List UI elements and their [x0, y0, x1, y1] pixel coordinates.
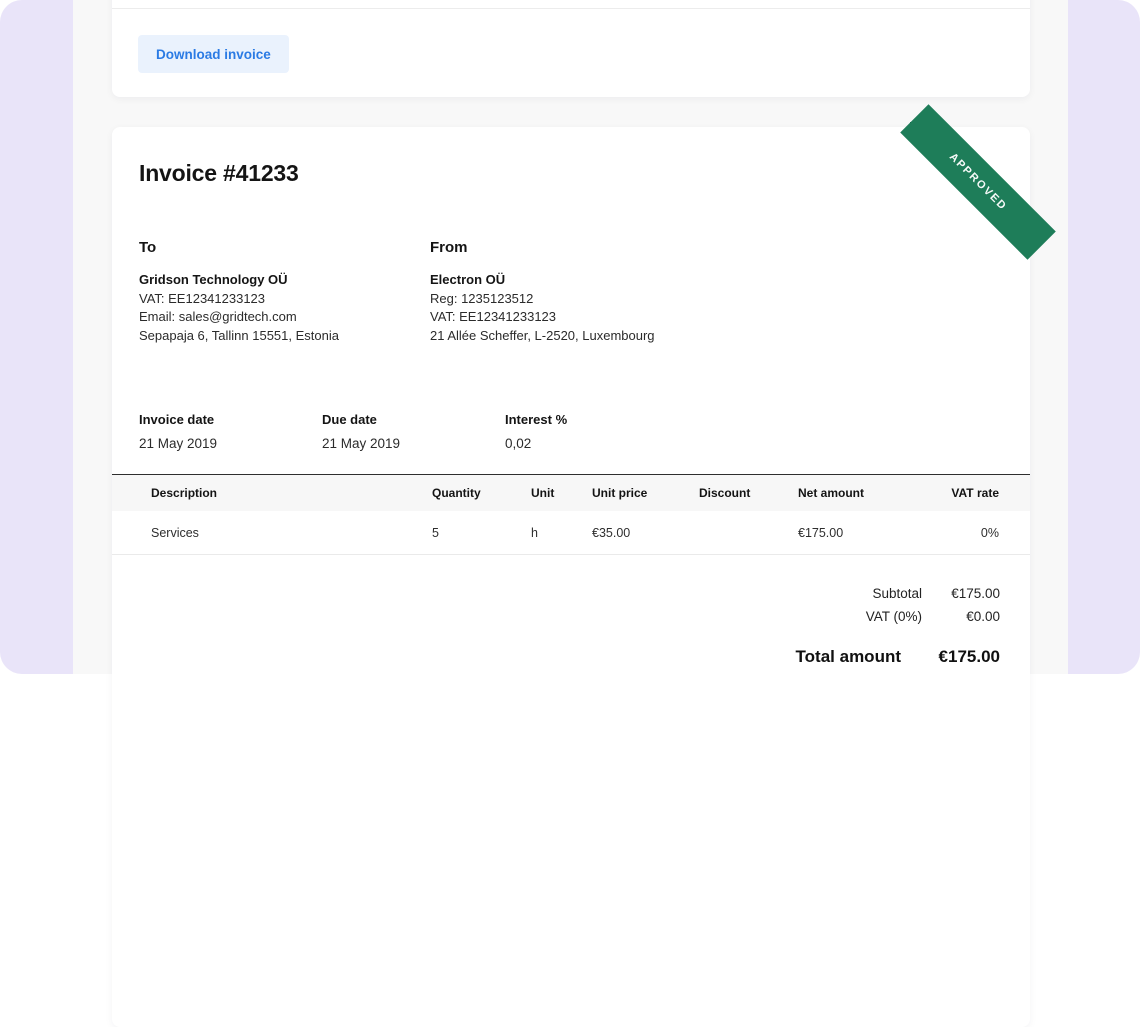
table-row: Services 5 h €35.00 €175.00 0%: [112, 511, 1030, 554]
table-header-row: Description Quantity Unit Unit price Dis…: [112, 474, 1030, 511]
invoice-meta-section: Invoice date 21 May 2019 Due date 21 May…: [139, 412, 1003, 451]
subtotal-label: Subtotal: [872, 586, 922, 601]
cell-discount: [699, 511, 798, 554]
col-quantity: Quantity: [432, 474, 531, 511]
bill-to-section: To Gridson Technology OÜ VAT: EE12341233…: [139, 239, 430, 346]
interest-label: Interest %: [505, 412, 688, 427]
parties-section: To Gridson Technology OÜ VAT: EE12341233…: [139, 239, 1003, 346]
line-items-table: Description Quantity Unit Unit price Dis…: [112, 474, 1030, 555]
from-company-name: Electron OÜ: [430, 271, 721, 290]
invoice-title: Invoice #41233: [139, 160, 1003, 187]
from-heading: From: [430, 239, 721, 256]
cell-quantity: 5: [432, 511, 531, 554]
content-panel: Download invoice APPROVED Invoice #41233…: [73, 0, 1068, 674]
cell-description: Services: [112, 511, 432, 554]
to-address-line: Sepapaja 6, Tallinn 15551, Estonia: [139, 327, 430, 346]
ribbon-fold-right-icon: [1025, 232, 1040, 247]
vat-label: VAT (0%): [866, 609, 922, 624]
invoice-date-label: Invoice date: [139, 412, 322, 427]
cell-net-amount: €175.00: [798, 511, 918, 554]
from-address-line: 21 Allée Scheffer, L-2520, Luxembourg: [430, 327, 721, 346]
cell-unit: h: [531, 511, 592, 554]
to-company-name: Gridson Technology OÜ: [139, 271, 430, 290]
from-reg-line: Reg: 1235123512: [430, 290, 721, 309]
total-amount-label: Total amount: [796, 647, 901, 667]
download-card: Download invoice: [112, 0, 1030, 97]
col-description: Description: [112, 474, 432, 511]
invoice-date-value: 21 May 2019: [139, 436, 322, 451]
col-unit-price: Unit price: [592, 474, 699, 511]
interest-value: 0,02: [505, 436, 688, 451]
subtotal-row: Subtotal €175.00: [872, 586, 1000, 601]
cell-vat-rate: 0%: [918, 511, 1030, 554]
col-net-amount: Net amount: [798, 474, 918, 511]
total-amount-value: €175.00: [901, 647, 1000, 667]
totals-section: Subtotal €175.00 VAT (0%) €0.00 Total am…: [139, 586, 1003, 667]
vat-value: €0.00: [922, 609, 1000, 624]
due-date-value: 21 May 2019: [322, 436, 505, 451]
download-invoice-button[interactable]: Download invoice: [138, 35, 289, 73]
vat-row: VAT (0%) €0.00: [866, 609, 1000, 624]
to-heading: To: [139, 239, 430, 256]
due-date-label: Due date: [322, 412, 505, 427]
to-vat-line: VAT: EE12341233123: [139, 290, 430, 309]
subtotal-value: €175.00: [922, 586, 1000, 601]
invoice-date-field: Invoice date 21 May 2019: [139, 412, 322, 451]
due-date-field: Due date 21 May 2019: [322, 412, 505, 451]
to-email-line: Email: sales@gridtech.com: [139, 308, 430, 327]
invoice-card: APPROVED Invoice #41233 To Gridson Techn…: [112, 127, 1030, 1027]
col-unit: Unit: [531, 474, 592, 511]
col-discount: Discount: [699, 474, 798, 511]
col-vat-rate: VAT rate: [918, 474, 1030, 511]
divider: [112, 8, 1030, 9]
ribbon-fold-top-icon: [910, 122, 925, 137]
interest-field: Interest % 0,02: [505, 412, 688, 451]
from-vat-line: VAT: EE12341233123: [430, 308, 721, 327]
cell-unit-price: €35.00: [592, 511, 699, 554]
bill-from-section: From Electron OÜ Reg: 1235123512 VAT: EE…: [430, 239, 721, 346]
total-amount-row: Total amount €175.00: [796, 647, 1000, 667]
